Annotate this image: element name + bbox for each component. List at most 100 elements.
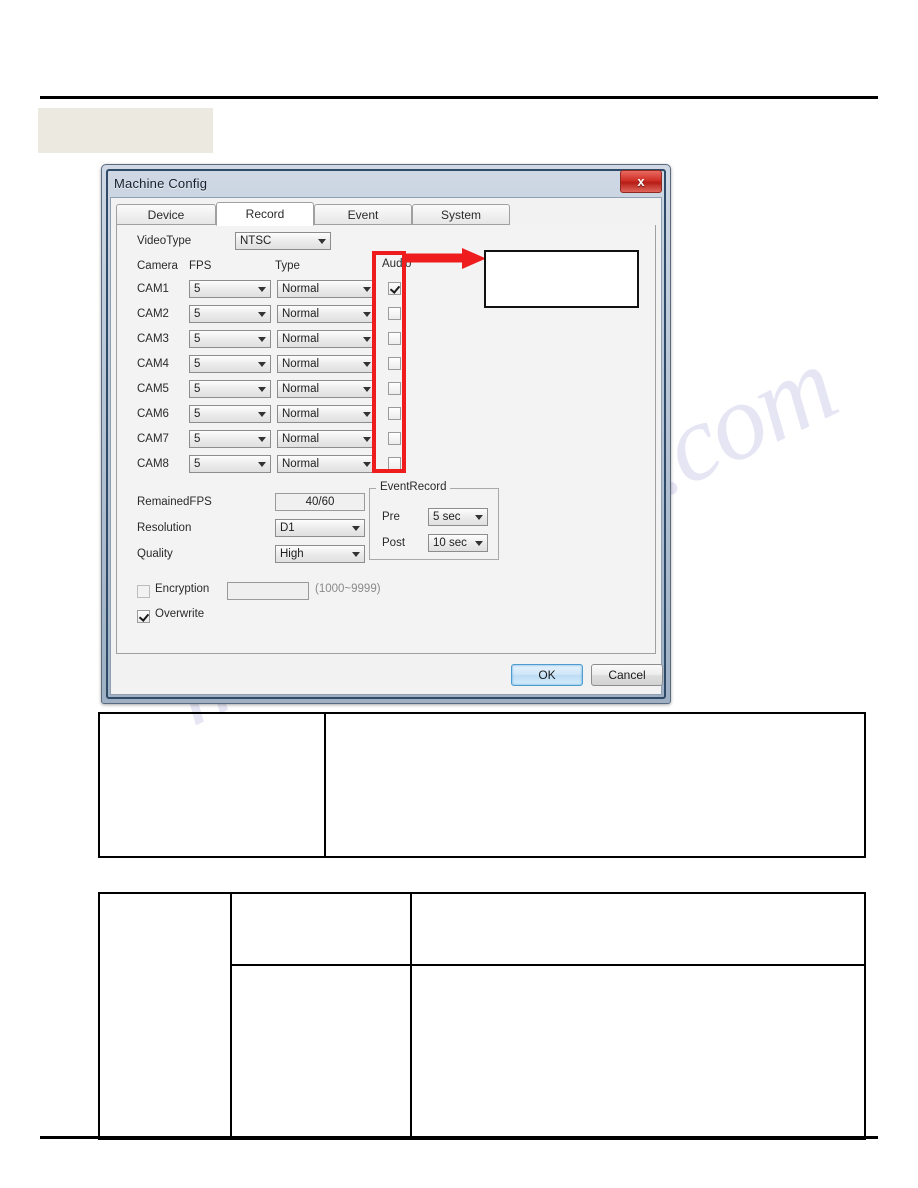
post-label: Post [382,537,406,549]
column-header-fps: FPS [189,260,212,272]
tab-system[interactable]: System [412,204,510,225]
chevron-down-icon [318,239,326,244]
chevron-down-icon [363,462,371,467]
tab-record[interactable]: Record [216,202,314,226]
camera-label: CAM7 [137,433,169,445]
camera-label: CAM8 [137,458,169,470]
fps-value: 5 [194,458,201,470]
audio-checkbox[interactable] [388,282,401,295]
type-select[interactable]: Normal [277,380,376,398]
video-type-label: VideoType [137,235,192,247]
close-icon[interactable]: x [620,170,662,193]
chevron-down-icon [258,437,266,442]
type-value: Normal [282,408,320,420]
audio-checkbox[interactable] [388,407,401,420]
chevron-down-icon [258,462,266,467]
fps-select[interactable]: 5 [189,380,271,398]
chevron-down-icon [258,312,266,317]
camera-label: CAM3 [137,333,169,345]
type-value: Normal [282,458,320,470]
type-select[interactable]: Normal [277,405,376,423]
tab-event[interactable]: Event [314,204,412,225]
audio-checkbox[interactable] [388,357,401,370]
audio-checkbox[interactable] [388,382,401,395]
type-select[interactable]: Normal [277,455,376,473]
fps-select[interactable]: 5 [189,355,271,373]
chevron-down-icon [352,526,360,531]
audio-checkbox[interactable] [388,457,401,470]
column-header-type: Type [275,260,300,272]
type-select[interactable]: Normal [277,280,376,298]
fps-select[interactable]: 5 [189,330,271,348]
post-value: 10 sec [433,537,467,549]
camera-label: CAM2 [137,308,169,320]
tab-device[interactable]: Device [116,204,216,225]
audio-checkbox[interactable] [388,332,401,345]
type-select[interactable]: Normal [277,355,376,373]
table-cell [230,964,412,1140]
pre-value: 5 sec [433,511,461,523]
column-header-audio: Audio [382,258,412,270]
fps-value: 5 [194,383,201,395]
encryption-input[interactable] [227,582,309,600]
fps-value: 5 [194,333,201,345]
ok-button[interactable]: OK [511,664,583,686]
remained-fps-value: 40/60 [275,493,365,511]
audio-checkbox[interactable] [388,432,401,445]
dialog-titlebar[interactable]: Machine Config x [108,170,664,196]
table-row [98,892,866,1140]
page-top-rule [40,96,878,99]
chevron-down-icon [258,387,266,392]
dialog-title: Machine Config [114,175,208,191]
section-heading-box [38,108,213,153]
chevron-down-icon [258,287,266,292]
table-cell [230,892,412,966]
chevron-down-icon [363,412,371,417]
camera-label: CAM6 [137,408,169,420]
type-select[interactable]: Normal [277,330,376,348]
chevron-down-icon [363,437,371,442]
tab-strip: Device Record Event System [116,202,656,227]
fps-value: 5 [194,308,201,320]
chevron-down-icon [258,337,266,342]
post-select[interactable]: 10 sec [428,534,488,552]
chevron-down-icon [363,387,371,392]
machine-config-dialog[interactable]: Machine Config x Device Record Event Sys… [101,164,671,704]
fps-select[interactable]: 5 [189,430,271,448]
type-select[interactable]: Normal [277,430,376,448]
chevron-down-icon [363,362,371,367]
camera-label: CAM4 [137,358,169,370]
fps-value: 5 [194,358,201,370]
fps-select[interactable]: 5 [189,455,271,473]
type-value: Normal [282,383,320,395]
type-value: Normal [282,333,320,345]
video-type-value: NTSC [240,235,272,247]
fps-select[interactable]: 5 [189,405,271,423]
quality-value: High [280,548,304,560]
pre-label: Pre [382,511,400,523]
pre-select[interactable]: 5 sec [428,508,488,526]
type-select[interactable]: Normal [277,305,376,323]
resolution-select[interactable]: D1 [275,519,365,537]
resolution-value: D1 [280,522,295,534]
event-record-title: EventRecord [376,481,451,493]
doc-table-one [98,712,866,858]
chevron-down-icon [363,337,371,342]
video-type-select[interactable]: NTSC [235,232,331,250]
encryption-label: Encryption [155,583,210,595]
annotation-callout-box [484,250,639,308]
encryption-checkbox[interactable] [137,585,150,598]
audio-checkbox[interactable] [388,307,401,320]
table-cell [98,712,326,858]
table-cell [410,964,866,1140]
overwrite-checkbox[interactable] [137,610,150,623]
table-cell [410,892,866,966]
fps-select[interactable]: 5 [189,305,271,323]
encryption-hint: (1000~9999) [315,583,381,595]
quality-select[interactable]: High [275,545,365,563]
chevron-down-icon [352,552,360,557]
fps-select[interactable]: 5 [189,280,271,298]
doc-table-two [98,892,866,1140]
type-value: Normal [282,308,320,320]
cancel-button[interactable]: Cancel [591,664,663,686]
